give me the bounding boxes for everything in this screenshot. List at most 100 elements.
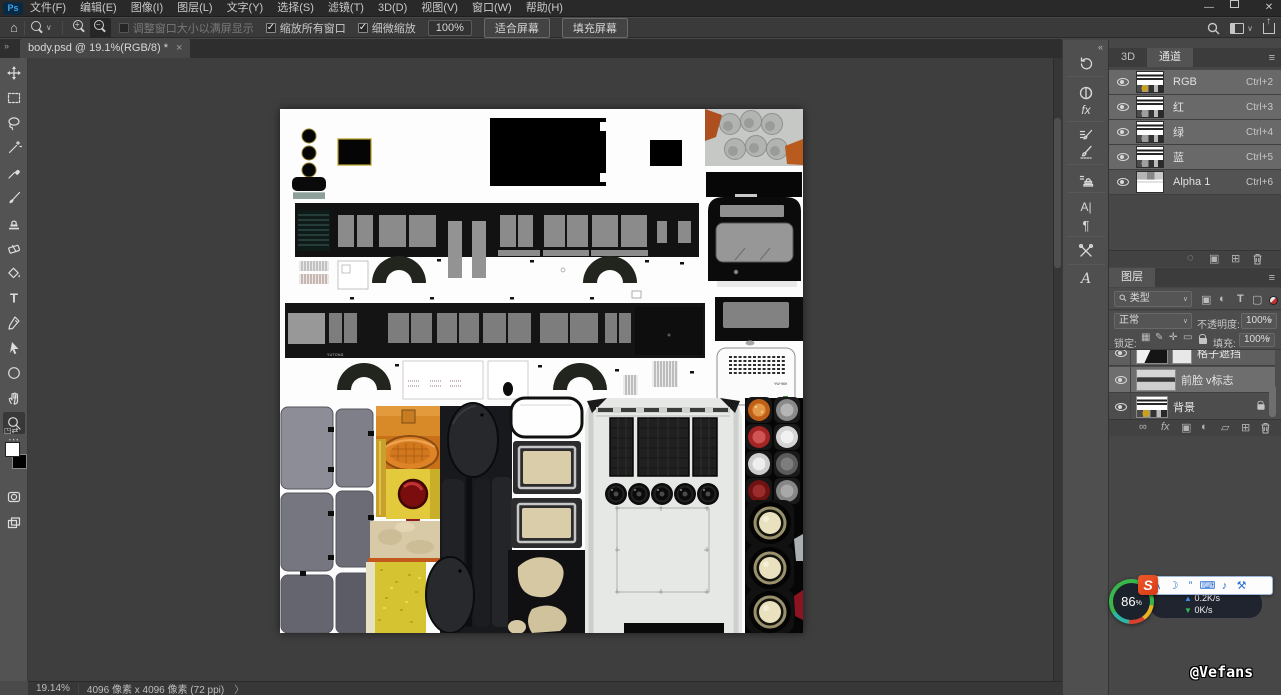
clone-stamp-tool[interactable]: [3, 212, 25, 234]
panel-menu-icon[interactable]: ≡: [1269, 272, 1274, 284]
filter-shape-layers-icon[interactable]: ▢: [1252, 293, 1262, 306]
tab-3d[interactable]: 3D: [1109, 48, 1147, 67]
tool-presets-panel-icon[interactable]: [1074, 242, 1098, 260]
zoom-out-button[interactable]: −: [90, 18, 111, 38]
brush-settings-panel-icon[interactable]: [1074, 126, 1098, 144]
menu-item-select[interactable]: 选择(S): [270, 0, 321, 17]
gradient-tool[interactable]: [3, 262, 25, 284]
ime-voice-icon[interactable]: ♪: [1216, 580, 1233, 592]
link-layers-icon[interactable]: ∞: [1139, 421, 1147, 433]
expand-panels-icon[interactable]: «: [1098, 42, 1103, 52]
visibility-eye-icon[interactable]: [1117, 78, 1129, 86]
visibility-eye-icon[interactable]: [1115, 376, 1127, 384]
quick-selection-tool[interactable]: [3, 137, 25, 159]
visibility-eye-icon[interactable]: [1115, 350, 1127, 357]
lasso-tool[interactable]: [3, 112, 25, 134]
foreground-color-swatch[interactable]: [5, 442, 20, 457]
pen-tool[interactable]: [3, 312, 25, 334]
minimize-button[interactable]: —: [1201, 0, 1217, 16]
brushes-panel-icon[interactable]: [1074, 143, 1098, 161]
tool-preset-chevron-icon[interactable]: ∨: [46, 23, 52, 32]
brush-tool[interactable]: [3, 187, 25, 209]
zoom-all-windows-checkbox[interactable]: [266, 23, 276, 33]
menu-item-3d[interactable]: 3D(D): [371, 0, 414, 17]
type-tool[interactable]: T: [3, 287, 25, 309]
menu-item-view[interactable]: 视图(V): [414, 0, 465, 17]
document-tab[interactable]: body.psd @ 19.1%(RGB/8) *×: [20, 39, 190, 58]
visibility-eye-icon[interactable]: [1117, 178, 1129, 186]
layers-scrollbar-thumb[interactable]: [1269, 385, 1276, 417]
canvas-vertical-scrollbar[interactable]: [1053, 58, 1062, 681]
visibility-eye-icon[interactable]: [1117, 153, 1129, 161]
fit-screen-button[interactable]: 适合屏幕: [484, 18, 550, 38]
new-layer-icon[interactable]: ⊞: [1241, 421, 1250, 434]
layer-row-background[interactable]: 背景: [1109, 394, 1275, 419]
scrubby-zoom-checkbox[interactable]: [358, 23, 368, 33]
menu-item-window[interactable]: 窗口(W): [465, 0, 519, 17]
lock-move-icon[interactable]: ✛: [1169, 332, 1177, 343]
layer-row-clipped[interactable]: 格子遮挡: [1109, 350, 1275, 366]
history-panel-icon[interactable]: [1074, 54, 1098, 72]
rectangular-marquee-tool[interactable]: [3, 87, 25, 109]
fill-dropdown[interactable]: 100%∨: [1239, 333, 1275, 347]
channel-row-red[interactable]: 红 Ctrl+3: [1109, 95, 1281, 120]
quick-mask-icon[interactable]: [3, 486, 25, 508]
new-channel-icon[interactable]: ⊞: [1231, 252, 1240, 265]
shape-tool[interactable]: [3, 362, 25, 384]
ime-settings-icon[interactable]: ⚒: [1233, 579, 1250, 592]
delete-channel-icon[interactable]: [1252, 253, 1263, 265]
visibility-eye-icon[interactable]: [1117, 103, 1129, 111]
menu-item-type[interactable]: 文字(Y): [220, 0, 271, 17]
resize-windows-checkbox[interactable]: [119, 23, 129, 33]
status-chevron-icon[interactable]: 〉: [234, 681, 244, 695]
zoom-tool-icon[interactable]: [31, 21, 44, 34]
ime-keyboard-icon[interactable]: ⌨: [1199, 579, 1216, 592]
canvas-area[interactable]: YUTONG: [28, 58, 1062, 681]
restore-button[interactable]: [1231, 0, 1247, 16]
channel-row-blue[interactable]: 蓝 Ctrl+5: [1109, 145, 1281, 170]
zoom-in-button[interactable]: +: [69, 18, 90, 38]
ime-logo-icon[interactable]: S: [1138, 575, 1158, 595]
tab-close-icon[interactable]: ×: [176, 42, 182, 54]
ime-punctuation-icon[interactable]: ”: [1182, 580, 1199, 592]
scrollbar-thumb[interactable]: [1054, 118, 1061, 268]
menu-item-image[interactable]: 图像(I): [124, 0, 170, 17]
hand-tool[interactable]: [3, 387, 25, 409]
screen-mode-icon[interactable]: [3, 512, 25, 534]
glyphs-panel-icon[interactable]: A: [1074, 270, 1098, 288]
filter-adjustment-layers-icon[interactable]: ◐: [1219, 293, 1226, 305]
fill-screen-button[interactable]: 填充屏幕: [562, 18, 628, 38]
filter-type-layers-icon[interactable]: T: [1237, 293, 1244, 305]
share-icon[interactable]: [1263, 23, 1275, 34]
tab-channels[interactable]: 通道: [1147, 48, 1193, 67]
search-icon[interactable]: [1207, 22, 1220, 35]
character-panel-icon[interactable]: A|: [1074, 198, 1098, 216]
workspace-switcher[interactable]: ∨: [1230, 23, 1253, 34]
close-button[interactable]: ✕: [1261, 0, 1277, 16]
lock-transparent-icon[interactable]: ▦: [1141, 332, 1150, 343]
eyedropper-tool[interactable]: [3, 162, 25, 184]
path-selection-tool[interactable]: [3, 337, 25, 359]
menu-item-filter[interactable]: 滤镜(T): [321, 0, 371, 17]
ime-night-mode-icon[interactable]: ☽: [1165, 579, 1182, 592]
lock-artboard-icon[interactable]: ▭: [1183, 332, 1192, 343]
move-tool[interactable]: [3, 62, 25, 84]
menu-item-help[interactable]: 帮助(H): [519, 0, 570, 17]
delete-layer-icon[interactable]: [1260, 422, 1271, 434]
visibility-eye-icon[interactable]: [1115, 403, 1127, 411]
filter-type-dropdown[interactable]: 类型∨: [1114, 291, 1192, 307]
layer-row-front-logo[interactable]: 前脸 v标志: [1109, 367, 1275, 393]
home-icon[interactable]: ⌂: [10, 20, 18, 35]
swap-colors-icon[interactable]: ◳⇄: [4, 426, 18, 435]
status-zoom-level[interactable]: 19.14%: [36, 683, 70, 694]
zoom-percent-field[interactable]: 100%: [428, 20, 472, 36]
opacity-dropdown[interactable]: 100%∨: [1241, 313, 1277, 329]
canvas-document[interactable]: YUTONG: [280, 109, 803, 633]
lock-brush-icon[interactable]: ✎: [1155, 332, 1163, 343]
toolbar-expand-icon[interactable]: »: [4, 41, 9, 51]
new-group-icon[interactable]: ▱: [1221, 421, 1229, 434]
filter-pixel-layers-icon[interactable]: ▣: [1201, 293, 1211, 306]
channel-row-green[interactable]: 绿 Ctrl+4: [1109, 120, 1281, 145]
paragraph-panel-icon[interactable]: ¶: [1074, 216, 1098, 234]
blend-mode-dropdown[interactable]: 正常∨: [1114, 313, 1192, 329]
